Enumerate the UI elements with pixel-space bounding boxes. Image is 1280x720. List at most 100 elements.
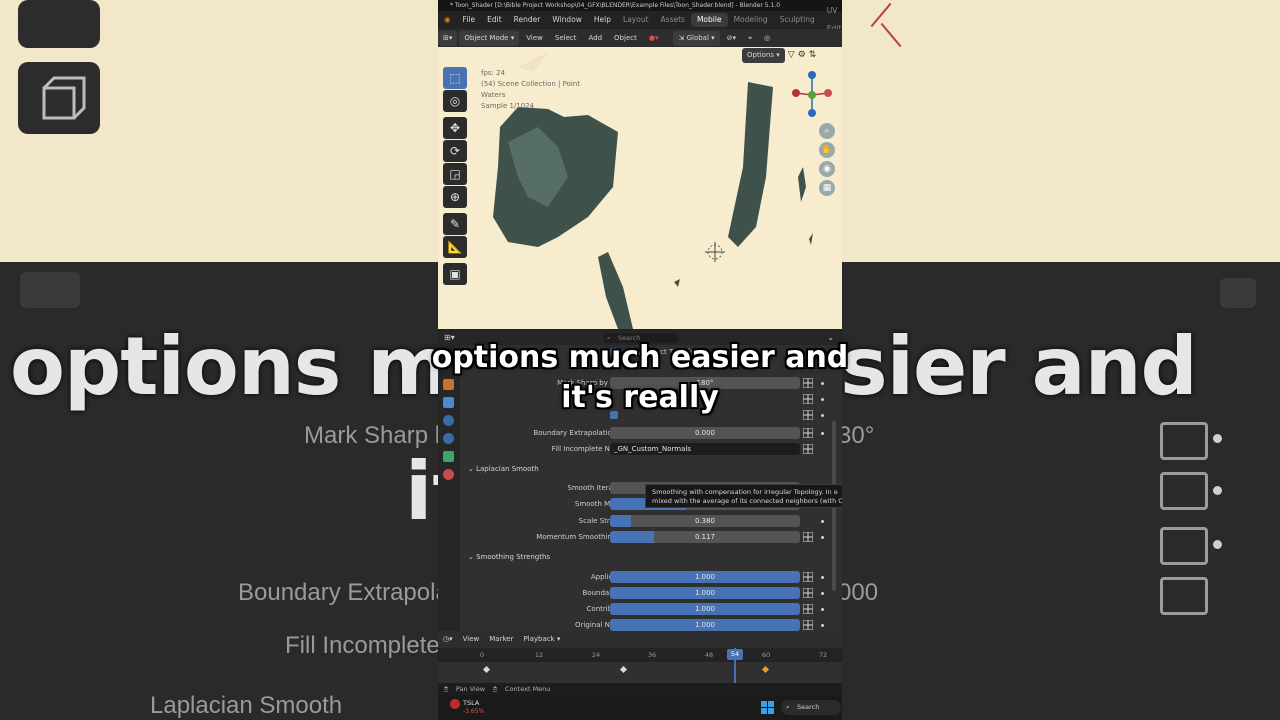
- search-icon: ⌕: [786, 703, 790, 711]
- keyframe-diamond[interactable]: [619, 665, 628, 674]
- windows-start-icon[interactable]: [761, 701, 774, 714]
- viewport-options-bar: Options ▾ ▽ ⚙ ⇅: [742, 47, 838, 63]
- menu-file[interactable]: File: [457, 11, 482, 29]
- zoom-icon[interactable]: ⌕: [819, 123, 835, 139]
- move-icon[interactable]: ✥: [443, 117, 467, 139]
- dot-icon[interactable]: [821, 432, 824, 435]
- add-cube-icon[interactable]: ▣: [443, 263, 467, 285]
- keyframe-icon[interactable]: [803, 588, 813, 598]
- taskbar-search[interactable]: ⌕ Search: [781, 700, 841, 715]
- menu-render[interactable]: Render: [508, 11, 547, 29]
- view-menu[interactable]: View: [521, 31, 548, 46]
- material-icon[interactable]: ●▾: [644, 31, 664, 46]
- application-field[interactable]: 1.000: [610, 571, 800, 583]
- background-dot: [1213, 540, 1222, 549]
- original-normal-row: Original Normal 1.000: [460, 618, 830, 631]
- snap-icon[interactable]: ⌖: [743, 31, 757, 46]
- scale-icon[interactable]: ◲: [443, 163, 467, 185]
- sample-readout: Sample 1/1024: [481, 102, 535, 110]
- pan-hand-icon[interactable]: ✋: [819, 142, 835, 158]
- scale-strength-field[interactable]: 0.380: [610, 515, 800, 527]
- add-menu[interactable]: Add: [583, 31, 607, 46]
- fill-incomplete-field[interactable]: _GN_Custom_Normals: [610, 443, 800, 455]
- boundary-extrapolation-row: Boundary Extrapolation Fac 0.000: [460, 426, 830, 442]
- object-menu[interactable]: Object: [609, 31, 642, 46]
- tab-assets[interactable]: Assets: [655, 11, 691, 29]
- boundary-fac-field[interactable]: 1.000: [610, 587, 800, 599]
- menu-window[interactable]: Window: [546, 11, 588, 29]
- background-keyframe-icon: [1160, 527, 1208, 565]
- timeline-view-menu[interactable]: View: [458, 632, 485, 647]
- strengths-section-header[interactable]: ⌄ Smoothing Strengths: [468, 553, 550, 561]
- physics-tab-icon[interactable]: [443, 433, 454, 444]
- tab-sculpting[interactable]: Sculpting: [774, 11, 821, 29]
- 3d-viewport[interactable]: fps: 24 (54) Scene Collection | Point Wa…: [438, 47, 842, 329]
- sort-icon[interactable]: ⇅: [809, 50, 817, 60]
- boundary-extrapolation-field[interactable]: 0.000: [610, 427, 800, 439]
- grid-icon[interactable]: ▦: [819, 180, 835, 196]
- material-tab-icon[interactable]: [443, 469, 454, 480]
- contribution-field[interactable]: 1.000: [610, 603, 800, 615]
- stock-ticker[interactable]: TSLA: [463, 699, 479, 707]
- background-keyframe-icon: [1160, 472, 1208, 510]
- orientation-dropdown[interactable]: ⇲ Global ▾: [673, 30, 720, 46]
- keyframe-icon[interactable]: [803, 444, 813, 454]
- tick-label: 0: [479, 651, 485, 659]
- rock-fragment: [798, 167, 806, 202]
- annotate-icon[interactable]: ✎: [443, 213, 467, 235]
- keyframe-icon[interactable]: [803, 572, 813, 582]
- constraints-tab-icon[interactable]: [443, 451, 454, 462]
- momentum-fill: [610, 531, 654, 543]
- rotate-icon[interactable]: ⟳: [443, 140, 467, 162]
- status-bar: 🖰 Pan View 🖰 Context Menu: [438, 683, 842, 695]
- playback-dropdown[interactable]: Playback ▾: [518, 632, 565, 647]
- timeline-ruler[interactable]: 0 12 24 36 48 60 72: [438, 648, 842, 662]
- keyframe-icon[interactable]: [803, 620, 813, 630]
- select-menu[interactable]: Select: [550, 31, 582, 46]
- tick-label: 12: [534, 651, 544, 659]
- caption-line-1: options much easier and: [431, 340, 849, 375]
- timeline-marker-menu[interactable]: Marker: [484, 632, 518, 647]
- keyframe-diamond-selected[interactable]: [761, 665, 770, 674]
- cursor-icon[interactable]: ◎: [443, 90, 467, 112]
- blender-logo-icon[interactable]: ◉: [438, 11, 457, 29]
- filter-icon[interactable]: ▽: [788, 50, 795, 60]
- background-keyframe-icon: [1160, 422, 1208, 460]
- tab-modeling[interactable]: Modeling: [728, 11, 774, 29]
- dot-icon[interactable]: [821, 624, 824, 627]
- stock-icon[interactable]: [450, 699, 460, 709]
- keyframe-icon[interactable]: [803, 604, 813, 614]
- keyframe-icon[interactable]: [803, 428, 813, 438]
- tab-mobile[interactable]: Mobile: [690, 13, 728, 27]
- select-box-icon[interactable]: ⬚: [443, 67, 467, 89]
- dot-icon[interactable]: [821, 520, 824, 523]
- options-dropdown[interactable]: Options ▾: [742, 47, 785, 63]
- application-value: 1.000: [694, 573, 716, 581]
- navigation-gizmo[interactable]: [790, 69, 834, 121]
- clock-icon[interactable]: ◷▾: [438, 632, 458, 647]
- keyframe-icon[interactable]: [803, 532, 813, 542]
- dot-icon[interactable]: [821, 608, 824, 611]
- momentum-field[interactable]: 0.117: [610, 531, 800, 543]
- editor-type-button[interactable]: ⊞▾: [438, 30, 458, 46]
- tick-label: 24: [591, 651, 601, 659]
- dot-icon[interactable]: [821, 576, 824, 579]
- collection-readout: (54) Scene Collection | Point: [481, 80, 580, 88]
- original-normal-field[interactable]: 1.000: [610, 619, 800, 631]
- gear-icon[interactable]: ⚙: [798, 50, 806, 60]
- dot-icon[interactable]: [821, 592, 824, 595]
- camera-icon[interactable]: ◉: [819, 161, 835, 177]
- menu-help[interactable]: Help: [588, 11, 617, 29]
- menu-edit[interactable]: Edit: [481, 11, 508, 29]
- object-mode-dropdown[interactable]: Object Mode ▾: [459, 30, 520, 46]
- tab-layout[interactable]: Layout: [617, 11, 655, 29]
- dot-icon[interactable]: [821, 536, 824, 539]
- transform-icon[interactable]: ⊕: [443, 186, 467, 208]
- measure-icon[interactable]: 📐: [443, 236, 467, 258]
- proportional-icon[interactable]: ◎: [759, 31, 775, 46]
- pivot-icon[interactable]: ⊘▾: [722, 31, 741, 46]
- keyframe-diamond[interactable]: [482, 665, 491, 674]
- laplacian-section-header[interactable]: ⌄ Laplacian Smooth: [468, 465, 539, 473]
- current-frame[interactable]: 54: [727, 649, 743, 660]
- keyframe-track[interactable]: [438, 662, 842, 683]
